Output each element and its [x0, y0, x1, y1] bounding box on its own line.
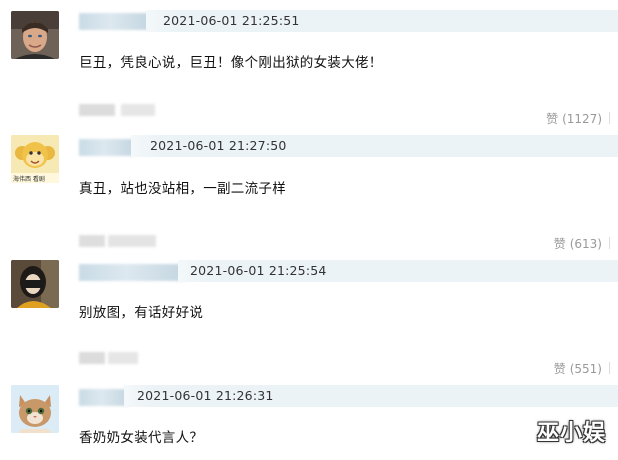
like-label: 赞	[546, 112, 559, 126]
comment-timestamp: 2021-06-01 21:26:31	[137, 388, 274, 403]
comment-item: 2021-06-01 21:26:31 香奶奶女装代言人？ 巫小娱	[0, 375, 618, 460]
reply-blurred	[79, 235, 105, 247]
divider	[609, 362, 610, 374]
comment-timestamp: 2021-06-01 21:25:54	[190, 263, 327, 278]
divider	[609, 237, 610, 249]
username-blurred[interactable]	[79, 13, 149, 30]
username-blurred[interactable]	[79, 389, 129, 406]
comment-item: 2021-06-01 21:25:51 巨丑，凭良心说，巨丑！像个刚出狱的女装大…	[0, 0, 618, 126]
comment-item: 2021-06-01 21:25:54 别放图，有话好好说 赞 (551)	[0, 250, 618, 376]
cat-avatar-icon	[11, 385, 59, 433]
avatar-caption: 海伟西 看剧	[13, 176, 45, 183]
comment-text: 真丑，站也没站相，一副二流子样	[79, 181, 286, 197]
reply-blurred	[79, 352, 105, 364]
avatar-photo-icon	[11, 11, 59, 59]
user-avatar[interactable]	[11, 260, 59, 308]
reply-blurred	[108, 352, 138, 364]
comment-text: 别放图，有话好好说	[79, 305, 204, 321]
avatar-photo-icon	[11, 260, 59, 308]
reply-blurred	[108, 235, 156, 247]
like-number: (613)	[569, 237, 602, 251]
user-avatar[interactable]	[11, 385, 59, 433]
like-number: (551)	[569, 362, 602, 376]
like-label: 赞	[553, 237, 566, 251]
user-avatar[interactable]: 海伟西 看剧	[11, 135, 59, 183]
user-avatar[interactable]	[11, 11, 59, 59]
comment-text: 香奶奶女装代言人？	[79, 430, 204, 446]
reply-blurred	[79, 104, 115, 116]
comment-item: 海伟西 看剧 2021-06-01 21:27:50 真丑，站也没站相，一副二流…	[0, 125, 618, 251]
divider	[609, 112, 610, 124]
comment-timestamp: 2021-06-01 21:27:50	[150, 138, 287, 153]
like-label: 赞	[553, 362, 566, 376]
like-number: (1127)	[562, 112, 602, 126]
comment-timestamp: 2021-06-01 21:25:51	[163, 13, 300, 28]
reply-blurred	[121, 104, 155, 116]
comment-text: 巨丑，凭良心说，巨丑！像个刚出狱的女装大佬！	[79, 55, 383, 71]
watermark: 巫小娱	[536, 421, 606, 446]
username-blurred[interactable]	[79, 264, 185, 281]
username-blurred[interactable]	[79, 139, 135, 156]
